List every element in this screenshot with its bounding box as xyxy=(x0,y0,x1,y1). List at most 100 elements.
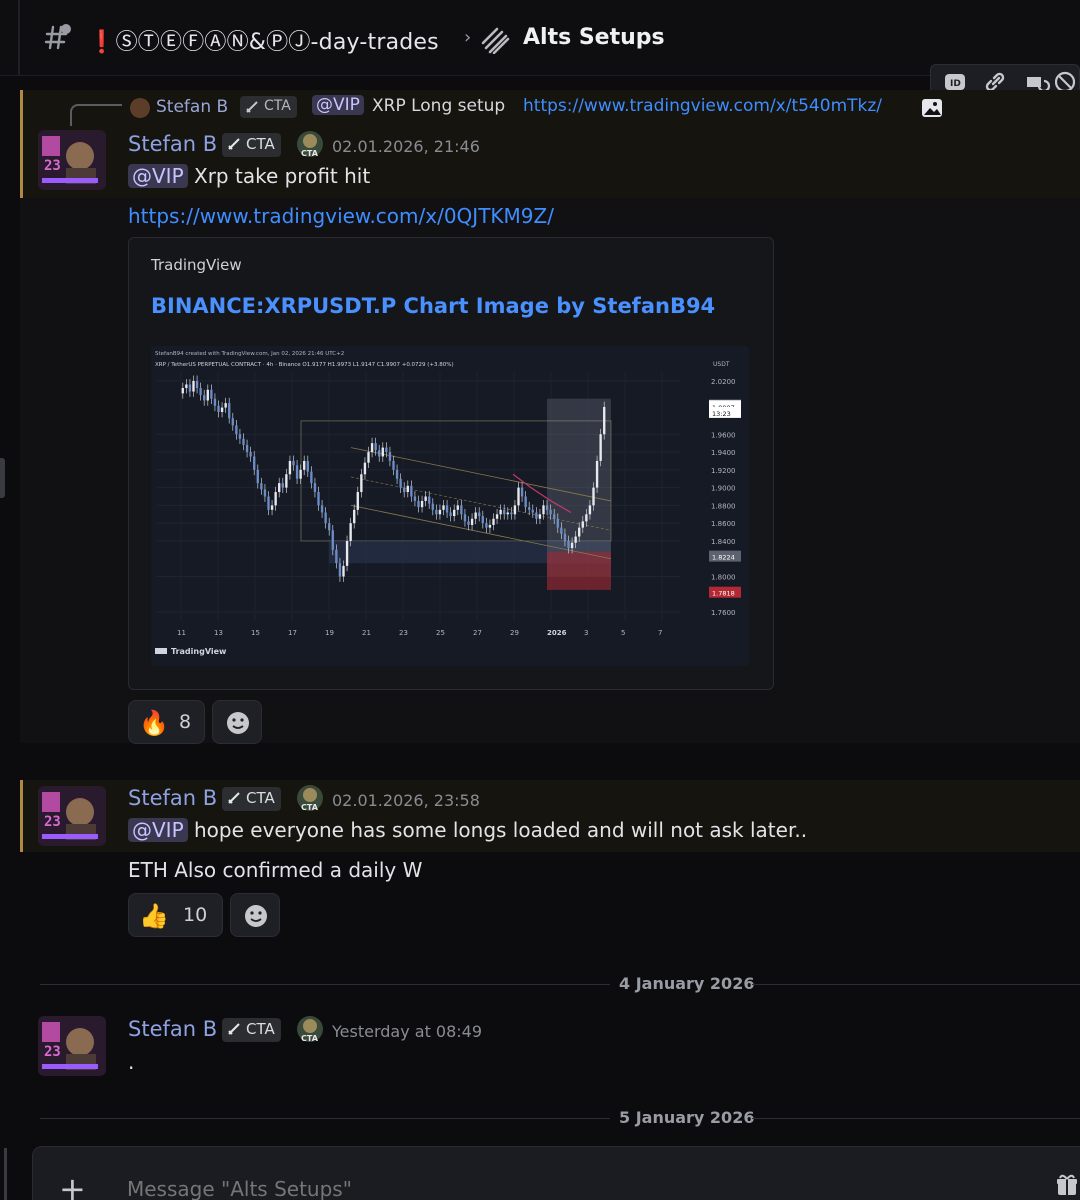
message-content: @VIP hope everyone has some longs loaded… xyxy=(128,818,807,842)
x-tick-label: 13 xyxy=(214,629,223,637)
candle-body xyxy=(303,460,306,470)
gift-icon[interactable] xyxy=(1055,1173,1079,1197)
candle-body xyxy=(470,518,474,525)
timestamp[interactable]: 02.01.2026, 23:58 xyxy=(332,791,480,810)
candle-body xyxy=(431,503,434,510)
message-author[interactable]: Stefan B xyxy=(128,1017,217,1041)
candle-body xyxy=(253,456,256,470)
candle-body xyxy=(338,563,342,577)
candle-body xyxy=(188,384,192,392)
avatar[interactable]: 23 xyxy=(38,130,106,190)
header-divider xyxy=(18,0,20,76)
candle-body xyxy=(567,540,570,549)
embed-title[interactable]: BINANCE:XRPUSDT.P Chart Image by StefanB… xyxy=(151,294,715,318)
date-divider: 5 January 2026 xyxy=(619,1108,755,1127)
avatar[interactable]: 23 xyxy=(38,1016,106,1076)
candle-body xyxy=(524,496,527,508)
reply-preview-text[interactable]: XRP Long setup xyxy=(372,96,505,116)
candle-body xyxy=(388,452,392,461)
message-input[interactable] xyxy=(127,1177,927,1200)
candle-body xyxy=(592,487,595,506)
add-reaction-button[interactable] xyxy=(212,700,262,744)
reply-author[interactable]: Stefan B xyxy=(156,97,228,117)
candle-body xyxy=(267,496,270,510)
candle-body xyxy=(545,505,549,510)
channel-name[interactable]: ❗ⓈⓉⒺⒻⒶⓃ&ⓅⒿ-day-trades xyxy=(88,24,439,56)
svg-text:23: 23 xyxy=(44,158,61,174)
reply-avatar[interactable] xyxy=(130,98,150,118)
timestamp[interactable]: Yesterday at 08:49 xyxy=(332,1022,482,1041)
candle-body xyxy=(245,444,249,453)
chevron-right-icon: › xyxy=(464,27,472,48)
reply-mention[interactable]: @VIP xyxy=(312,95,364,115)
candle-body xyxy=(374,443,377,451)
candle-body xyxy=(510,512,513,515)
candle-body xyxy=(538,514,542,519)
x-tick-label: 3 xyxy=(584,629,588,637)
reaction-thumbs-up[interactable]: 👍 10 xyxy=(128,893,223,937)
sword-icon xyxy=(228,1023,240,1035)
date-divider: 4 January 2026 xyxy=(619,974,755,993)
candle-body xyxy=(585,514,588,522)
candle-body xyxy=(220,407,224,413)
vip-mention[interactable]: @VIP xyxy=(128,818,188,842)
vip-mention[interactable]: @VIP xyxy=(128,164,188,188)
svg-text:CTA: CTA xyxy=(301,149,319,158)
chart-watermark: StefanB94 created with TradingView.com, … xyxy=(155,351,344,357)
candle-body xyxy=(517,487,520,506)
message-composer: + xyxy=(32,1146,1080,1200)
attach-plus-icon[interactable]: + xyxy=(59,1173,86,1200)
image-icon xyxy=(922,99,942,117)
y-tick-label: 1.9000 xyxy=(711,485,736,493)
reaction-fire[interactable]: 🔥 8 xyxy=(128,700,205,744)
candle-body xyxy=(449,512,452,517)
long-position-box xyxy=(547,398,611,577)
message-author[interactable]: Stefan B xyxy=(128,786,217,810)
candle-body xyxy=(349,523,352,541)
candle-body xyxy=(278,483,281,493)
thread-name[interactable]: Alts Setups xyxy=(523,25,665,50)
candle-body xyxy=(574,536,577,543)
message-link[interactable]: https://www.tradingview.com/x/0QJTKM9Z/ xyxy=(128,204,554,228)
candle-body xyxy=(531,509,534,513)
candle-body xyxy=(342,565,345,577)
thread-icon xyxy=(481,27,510,54)
candle-body xyxy=(213,398,217,406)
avatar[interactable]: 23 xyxy=(38,786,106,846)
embed-provider[interactable]: TradingView xyxy=(151,256,242,274)
candle-body xyxy=(453,509,456,517)
x-tick-label: 15 xyxy=(251,629,260,637)
candle-body xyxy=(570,542,574,549)
y-tick-label: 1.9600 xyxy=(711,431,736,439)
candle-body xyxy=(270,505,274,510)
reply-preview-link[interactable]: https://www.tradingview.com/x/t540mTkz/ xyxy=(523,96,882,116)
candle-body xyxy=(463,514,467,522)
candle-body xyxy=(199,388,202,396)
message-text: hope everyone has some longs loaded and … xyxy=(194,818,808,842)
candle-body xyxy=(428,496,431,504)
candle-body xyxy=(495,514,499,519)
chart-background xyxy=(151,346,749,666)
add-reaction-button[interactable] xyxy=(230,893,280,937)
candle-body xyxy=(467,521,470,525)
reply-role-tag: CTA xyxy=(240,96,297,118)
candle-body xyxy=(328,523,331,531)
candle-body xyxy=(578,527,581,537)
message-author[interactable]: Stefan B xyxy=(128,132,217,156)
reaction-count: 10 xyxy=(183,904,208,926)
embed-chart-image[interactable]: 2.0200 1.9600 1.9400 1.9200 1.9000 1.8800 1.86… xyxy=(151,346,749,666)
timestamp[interactable]: 02.01.2026, 21:46 xyxy=(332,137,480,156)
link-embed: TradingView BINANCE:XRPUSDT.P Chart Imag… xyxy=(128,237,774,690)
y-tick-label: 1.8600 xyxy=(711,520,736,528)
candle-body xyxy=(535,512,538,519)
candle-body xyxy=(224,403,227,408)
candle-body xyxy=(292,460,295,466)
candle-body xyxy=(424,496,427,501)
candle-body xyxy=(513,505,517,515)
channel-header: ❗ⓈⓉⒺⒻⒶⓃ&ⓅⒿ-day-trades › Alts Setups xyxy=(0,0,1080,76)
x-tick-label: 11 xyxy=(177,629,186,637)
candle-body xyxy=(595,460,599,488)
candle-body xyxy=(488,524,492,528)
candle-body xyxy=(313,483,317,493)
date-divider-line xyxy=(40,1118,610,1119)
